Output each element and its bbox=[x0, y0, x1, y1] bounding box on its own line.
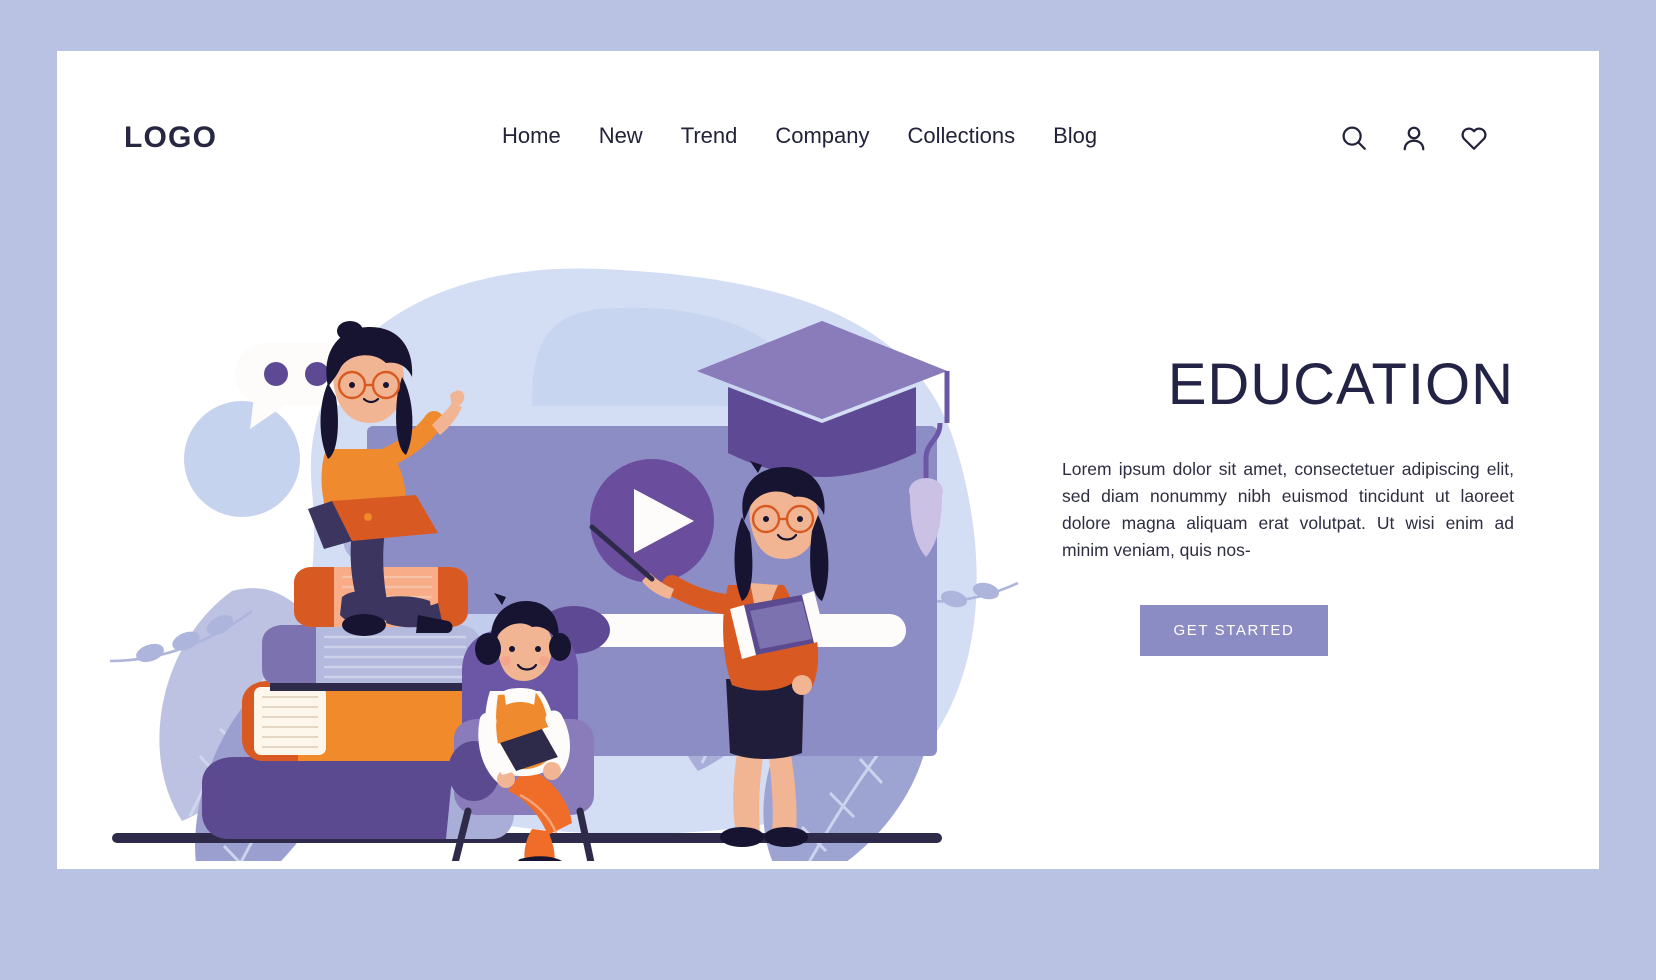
chat-dot bbox=[305, 362, 329, 386]
main-navigation: Home New Trend Company Collections Blog bbox=[502, 123, 1097, 149]
nav-item-new[interactable]: New bbox=[599, 123, 643, 149]
heart-icon[interactable] bbox=[1459, 123, 1489, 153]
chat-dot bbox=[264, 362, 288, 386]
search-icon[interactable] bbox=[1339, 123, 1369, 153]
cta-wrapper: GET STARTED bbox=[1002, 604, 1532, 656]
hero-paragraph: Lorem ipsum dolor sit amet, consectetuer… bbox=[1062, 459, 1514, 561]
get-started-button[interactable]: GET STARTED bbox=[1139, 604, 1329, 656]
user-icon[interactable] bbox=[1399, 123, 1429, 153]
nav-item-home[interactable]: Home bbox=[502, 123, 561, 149]
page-title: EDUCATION bbox=[1167, 352, 1514, 417]
education-hero-illustration bbox=[102, 191, 1042, 861]
nav-item-company[interactable]: Company bbox=[775, 123, 869, 149]
header-icon-group bbox=[1339, 123, 1489, 153]
nav-item-collections[interactable]: Collections bbox=[908, 123, 1016, 149]
page-card: LOGO Home New Trend Company Collections … bbox=[57, 51, 1599, 869]
nav-item-blog[interactable]: Blog bbox=[1053, 123, 1097, 149]
logo[interactable]: LOGO bbox=[124, 121, 217, 155]
nav-item-trend[interactable]: Trend bbox=[681, 123, 738, 149]
hero-copy: EDUCATION Lorem ipsum dolor sit amet, co… bbox=[1002, 356, 1532, 656]
play-button bbox=[590, 459, 714, 583]
